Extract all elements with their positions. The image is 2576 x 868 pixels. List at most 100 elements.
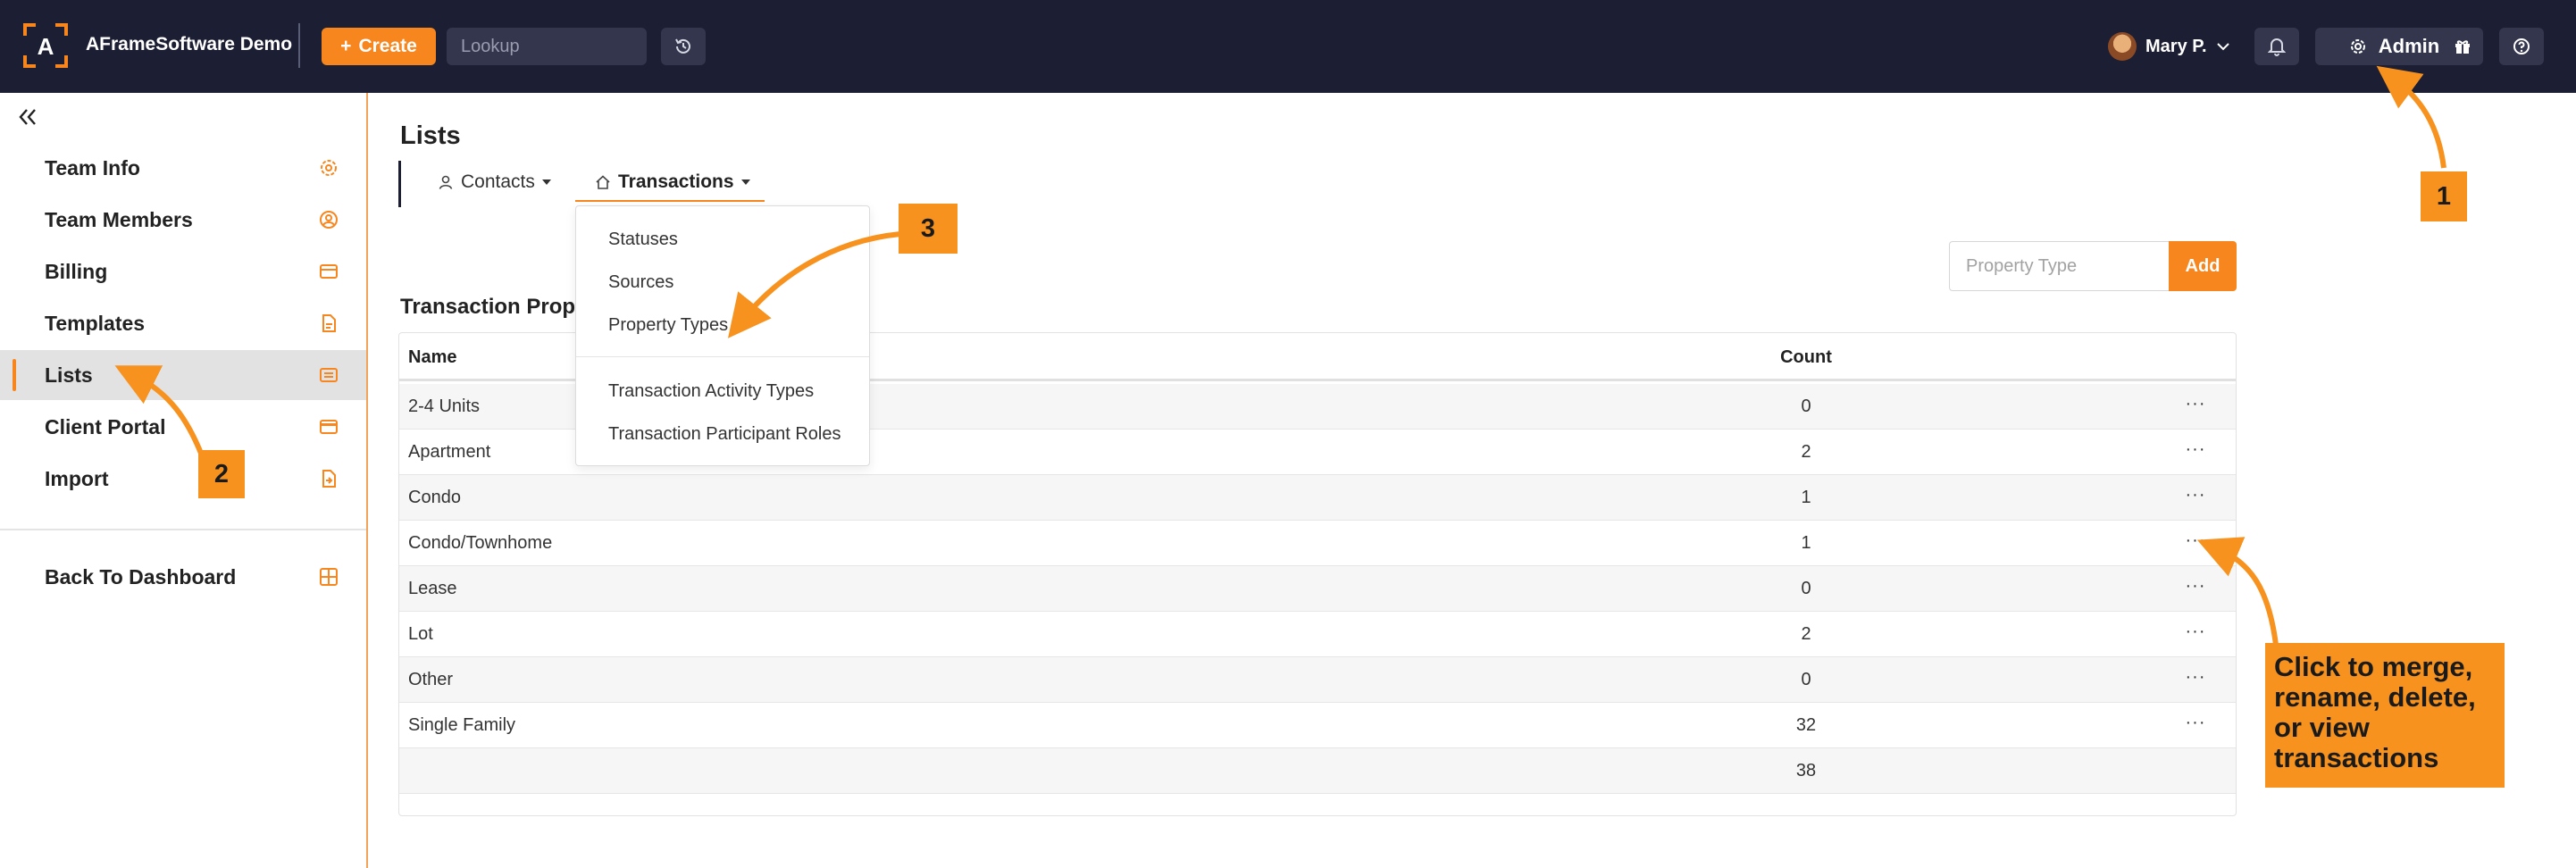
list-icon <box>320 368 338 382</box>
more-options-icon[interactable]: ··· <box>2182 622 2209 644</box>
document-icon <box>322 314 336 332</box>
sidebar-item-import[interactable]: Import <box>0 454 366 504</box>
table-row[interactable]: Single Family 32 ··· <box>399 703 2236 748</box>
total-count: 38 <box>1795 761 1817 780</box>
column-header-count[interactable]: Count <box>1650 347 1962 368</box>
caret-down-icon <box>740 179 750 185</box>
lookup-search[interactable] <box>447 28 698 65</box>
step-2-callout: 2 <box>198 450 245 498</box>
avatar <box>2108 32 2137 61</box>
tabbar-marker <box>398 161 401 207</box>
more-options-icon[interactable]: ··· <box>2182 714 2209 735</box>
page-title: Lists <box>400 121 461 150</box>
row-count: 1 <box>1801 488 1811 507</box>
sidebar-item-label: Import <box>45 466 109 490</box>
transactions-dropdown-menu: Statuses Sources Property Types Transact… <box>575 205 870 466</box>
sidebar-item-team-members[interactable]: Team Members <box>0 195 366 245</box>
grid-icon <box>320 568 338 586</box>
more-options-icon[interactable]: ··· <box>2182 668 2209 689</box>
step-3-callout: 3 <box>899 204 958 254</box>
tab-transactions[interactable]: Transactions <box>595 166 750 198</box>
menu-item-statuses[interactable]: Statuses <box>608 230 678 250</box>
file-import-icon <box>322 470 336 488</box>
table-row[interactable]: Condo 1 ··· <box>399 475 2236 521</box>
create-button-label: Create <box>358 36 417 56</box>
user-menu[interactable]: Mary P. <box>2108 30 2230 63</box>
sidebar-item-templates[interactable]: Templates <box>0 298 366 348</box>
notifications-button[interactable] <box>2254 28 2299 65</box>
property-type-input[interactable] <box>1949 241 2169 291</box>
admin-button-label: Admin <box>2378 35 2440 57</box>
row-count: 0 <box>1801 579 1811 598</box>
sidebar-item-billing[interactable]: Billing <box>0 246 366 296</box>
plus-icon: + <box>340 36 352 56</box>
menu-item-transaction-participant-roles[interactable]: Transaction Participant Roles <box>608 424 841 445</box>
row-name: Condo <box>408 488 461 507</box>
row-name: Lease <box>408 579 457 598</box>
table-row[interactable]: Other 0 ··· <box>399 657 2236 703</box>
row-name: Lot <box>408 624 433 644</box>
sidebar-item-label: Billing <box>45 259 108 283</box>
sidebar-item-label: Client Portal <box>45 414 166 438</box>
top-bar: A AFrameSoftware Demo + Create Mary P. <box>0 0 2576 93</box>
menu-item-transaction-activity-types[interactable]: Transaction Activity Types <box>608 381 814 402</box>
row-count: 2 <box>1801 624 1811 644</box>
column-header-name[interactable]: Name <box>408 347 456 368</box>
bell-icon <box>2268 38 2286 56</box>
topbar-divider <box>298 23 300 68</box>
gift-icon <box>2455 40 2470 54</box>
add-property-type-form: Add <box>1949 241 2237 291</box>
sidebar-item-label: Templates <box>45 311 146 335</box>
row-count: 2 <box>1801 442 1811 462</box>
gear-icon <box>2350 39 2365 54</box>
add-button[interactable]: Add <box>2169 241 2237 291</box>
sidebar-divider <box>0 529 366 530</box>
gift-button[interactable] <box>2442 28 2483 65</box>
table-row[interactable]: Condo/Townhome 1 ··· <box>399 521 2236 566</box>
history-button[interactable] <box>661 28 706 65</box>
sidebar-item-label: Team Members <box>45 207 193 231</box>
row-count: 32 <box>1795 715 1817 735</box>
tab-label: Transactions <box>618 171 734 192</box>
row-count: 1 <box>1801 533 1811 553</box>
tab-label: Contacts <box>461 171 535 192</box>
step-1-callout: 1 <box>2421 171 2467 221</box>
more-options-icon[interactable]: ··· <box>2182 395 2209 416</box>
table-row[interactable]: Lease 0 ··· <box>399 566 2236 612</box>
sidebar-item-team-info[interactable]: Team Info <box>0 143 366 193</box>
more-options-icon[interactable]: ··· <box>2182 440 2209 462</box>
table-total-row: 38 <box>399 748 2236 794</box>
row-count: 0 <box>1801 670 1811 689</box>
collapse-sidebar-icon[interactable] <box>16 105 39 129</box>
help-icon <box>2513 38 2530 54</box>
menu-item-sources[interactable]: Sources <box>608 272 673 293</box>
history-icon <box>675 38 690 54</box>
row-name: Other <box>408 670 454 689</box>
menu-item-property-types[interactable]: Property Types <box>608 315 728 336</box>
home-icon <box>596 175 610 189</box>
create-button[interactable]: + Create <box>322 28 436 65</box>
row-name: Condo/Townhome <box>408 533 553 553</box>
user-icon <box>439 175 453 189</box>
more-options-icon[interactable]: ··· <box>2182 577 2209 598</box>
sidebar-item-label: Team Info <box>45 155 140 179</box>
sidebar-item-lists[interactable]: Lists <box>0 350 366 400</box>
sidebar-item-label: Lists <box>45 363 93 387</box>
sidebar-item-label: Back To Dashboard <box>45 564 237 588</box>
table-row[interactable]: Lot 2 ··· <box>399 612 2236 657</box>
more-options-icon[interactable]: ··· <box>2182 531 2209 553</box>
caret-down-icon <box>541 179 551 185</box>
row-count: 0 <box>1801 396 1811 416</box>
help-button[interactable] <box>2499 28 2544 65</box>
more-options-icon[interactable]: ··· <box>2182 486 2209 507</box>
brand-name: AFrameSoftware Demo <box>86 34 293 54</box>
aframe-logo-icon[interactable]: A <box>23 23 68 68</box>
sidebar-item-back-to-dashboard[interactable]: Back To Dashboard <box>0 552 366 602</box>
row-name: 2-4 Units <box>408 396 481 416</box>
user-circle-icon <box>320 211 338 229</box>
tab-contacts[interactable]: Contacts <box>438 166 551 198</box>
sidebar-item-client-portal[interactable]: Client Portal <box>0 402 366 452</box>
chevron-down-icon <box>2216 43 2229 51</box>
gear-icon <box>321 160 337 176</box>
svg-text:A: A <box>38 33 54 60</box>
